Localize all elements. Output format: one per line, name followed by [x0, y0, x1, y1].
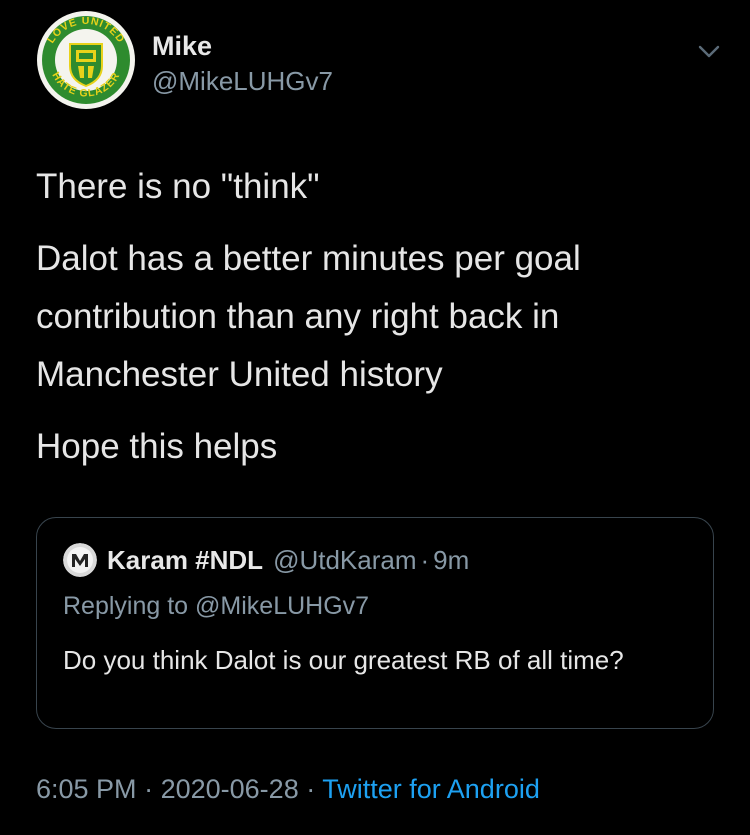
replying-mention[interactable]: @MikeLUHGv7 [195, 592, 369, 620]
tweet-paragraph: There is no "think" [36, 167, 320, 206]
tweet-source-link[interactable]: Twitter for Android [322, 774, 540, 804]
avatar[interactable]: LOVE UNITED HATE GLAZER [36, 10, 136, 110]
tweet-date: 2020-06-28 [160, 774, 299, 804]
quoted-tweet-text: Do you think Dalot is our greatest RB of… [63, 645, 624, 675]
tweet-header: LOVE UNITED HATE GLAZER Mike @MikeLUHGv7 [36, 10, 726, 120]
chevron-down-icon[interactable] [692, 34, 726, 68]
united-crest-icon [69, 43, 103, 88]
tweet-time: 6:05 PM [36, 774, 137, 804]
author-names: Mike @MikeLUHGv7 [152, 30, 333, 98]
tweet-paragraph: Dalot has a better minutes per goal cont… [36, 239, 581, 394]
display-name[interactable]: Mike [152, 30, 333, 62]
quoted-avatar[interactable] [63, 543, 97, 577]
tweet-paragraph: Hope this helps [36, 427, 278, 466]
quoted-tweet[interactable]: Karam #NDL @UtdKaram · 9m Replying to @M… [36, 517, 714, 729]
footer-separator: · [144, 774, 154, 804]
handle[interactable]: @MikeLUHGv7 [152, 64, 333, 98]
quoted-tweet-header: Karam #NDL @UtdKaram · 9m [63, 542, 469, 578]
tweet-text: There is no "think" Dalot has a better m… [36, 158, 716, 490]
quoted-handle[interactable]: @UtdKaram [273, 545, 416, 576]
tweet-footer: 6:05 PM · 2020-06-28 · Twitter for Andro… [36, 774, 540, 805]
meta-separator: · [420, 544, 430, 575]
quoted-display-name[interactable]: Karam #NDL [107, 545, 263, 576]
quoted-time: 9m [433, 544, 470, 575]
replying-to: Replying to @MikeLUHGv7 [63, 592, 369, 621]
footer-separator: · [306, 774, 316, 804]
replying-prefix: Replying to [63, 592, 189, 620]
